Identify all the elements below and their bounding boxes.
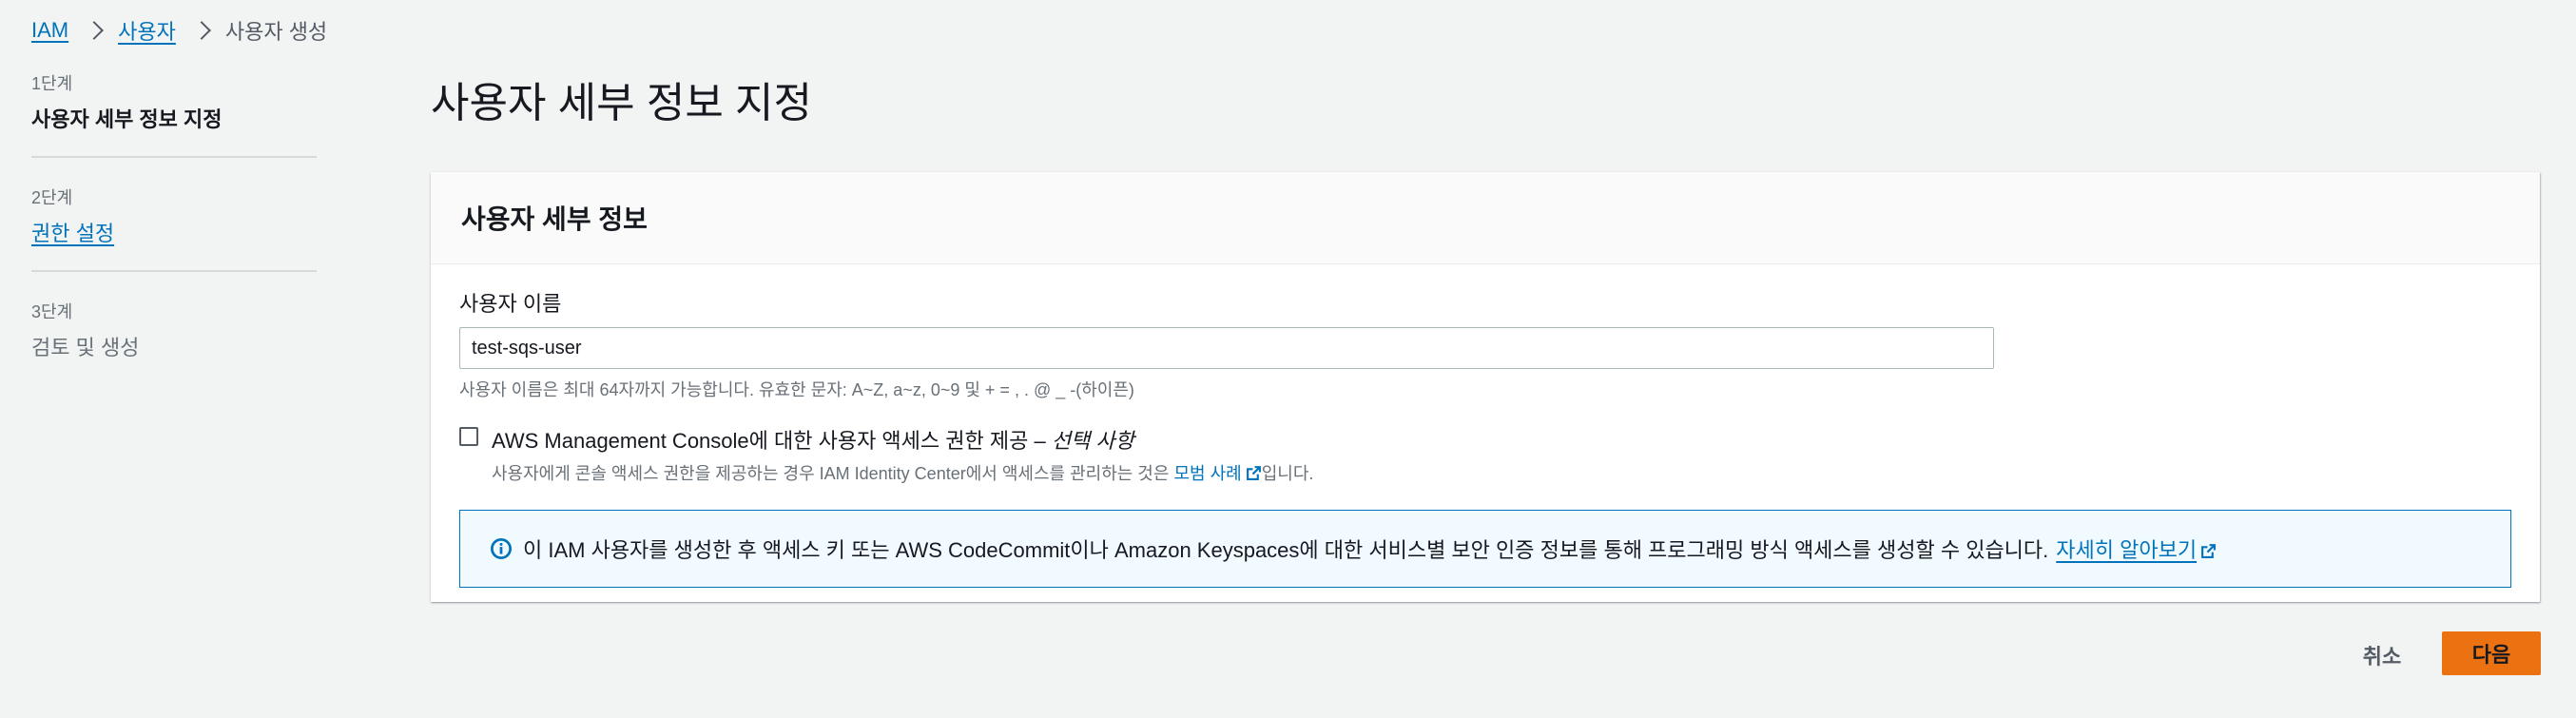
best-practice-link[interactable]: 모범 사례 <box>1173 464 1261 483</box>
console-access-checkbox[interactable] <box>459 427 478 446</box>
console-access-label-text: AWS Management Console에 대한 사용자 액세스 권한 제공… <box>492 429 1046 453</box>
step-number: 1단계 <box>31 74 73 93</box>
breadcrumb-iam-link[interactable]: IAM <box>31 18 68 43</box>
panel-body: 사용자 이름 사용자 이름은 최대 64자까지 가능합니다. 유효한 문자: A… <box>431 264 2540 611</box>
learn-more-link[interactable]: 자세히 알아보기 <box>2056 534 2217 564</box>
external-link-icon <box>2201 544 2217 558</box>
step-3: 3단계 검토 및 생성 <box>31 299 317 384</box>
cancel-button[interactable]: 취소 <box>2353 633 2411 677</box>
breadcrumb: IAM 사용자 사용자 생성 <box>31 13 327 48</box>
best-practice-link-text: 모범 사례 <box>1173 464 1242 483</box>
panel-header: 사용자 세부 정보 <box>431 172 2540 264</box>
console-desc-text: 사용자에게 콘솔 액세스 권한을 제공하는 경우 IAM Identity Ce… <box>492 464 1170 483</box>
chevron-right-icon <box>85 21 105 40</box>
console-access-description: 사용자에게 콘솔 액세스 권한을 제공하는 경우 IAM Identity Ce… <box>492 460 1313 485</box>
step-1: 1단계 사용자 세부 정보 지정 <box>31 70 317 158</box>
step-link-set-permissions[interactable]: 권한 설정 <box>31 222 114 245</box>
optional-label: 선택 사항 <box>1051 429 1134 453</box>
learn-more-link-text: 자세히 알아보기 <box>2056 538 2198 562</box>
username-input[interactable] <box>459 327 1994 369</box>
panel-title: 사용자 세부 정보 <box>461 204 648 234</box>
info-alert: 이 IAM 사용자를 생성한 후 액세스 키 또는 AWS CodeCommit… <box>459 510 2511 588</box>
console-access-option: AWS Management Console에 대한 사용자 액세스 권한 제공… <box>459 424 2511 485</box>
external-link-icon <box>1246 466 1261 480</box>
step-2: 2단계 권한 설정 <box>31 184 317 272</box>
username-label: 사용자 이름 <box>459 292 562 316</box>
wizard-steps: 1단계 사용자 세부 정보 지정 2단계 권한 설정 3단계 검토 및 생성 <box>31 70 317 411</box>
breadcrumb-current: 사용자 생성 <box>224 20 328 44</box>
info-text: 이 IAM 사용자를 생성한 후 액세스 키 또는 AWS CodeCommit… <box>523 538 2049 562</box>
step-title-specify-user-details: 사용자 세부 정보 지정 <box>31 107 223 131</box>
user-details-panel: 사용자 세부 정보 사용자 이름 사용자 이름은 최대 64자까지 가능합니다.… <box>431 172 2540 602</box>
step-number: 2단계 <box>31 188 73 207</box>
page-title: 사용자 세부 정보 지정 <box>431 80 812 126</box>
chevron-right-icon <box>191 21 211 40</box>
step-title-review-and-create: 검토 및 생성 <box>31 336 140 359</box>
username-hint: 사용자 이름은 최대 64자까지 가능합니다. 유효한 문자: A~Z, a~z… <box>459 380 1134 399</box>
next-button[interactable]: 다음 <box>2442 631 2541 675</box>
info-icon <box>491 538 512 559</box>
console-desc-suffix: 입니다. <box>1261 464 1314 483</box>
console-access-label[interactable]: AWS Management Console에 대한 사용자 액세스 권한 제공… <box>492 424 1313 455</box>
breadcrumb-users-link[interactable]: 사용자 <box>118 15 176 46</box>
step-number: 3단계 <box>31 302 73 321</box>
